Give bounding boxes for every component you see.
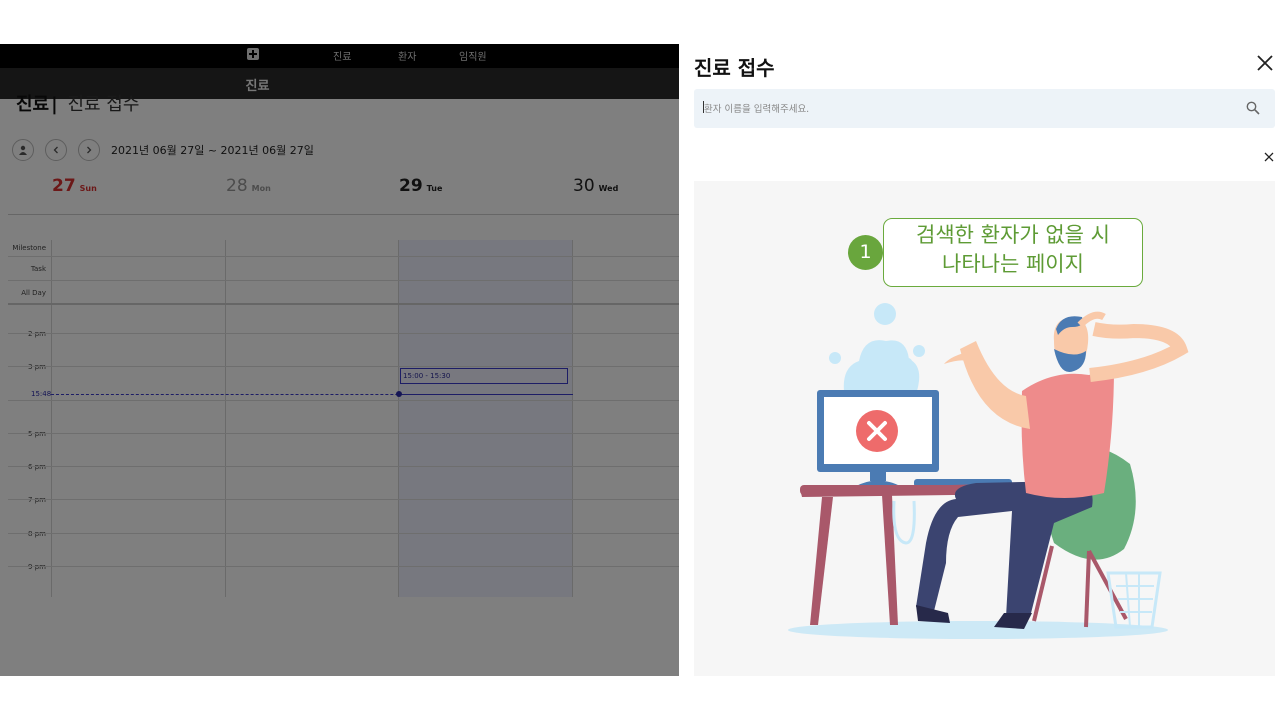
annotation-number-badge: 1 [848, 235, 883, 270]
patient-search-box[interactable]: 환자 이름을 입력해주세요. [694, 89, 1275, 128]
annotation-line-2: 나타나는 페이지 [942, 252, 1084, 276]
close-icon[interactable] [1264, 152, 1274, 162]
close-icon[interactable] [1256, 54, 1274, 72]
reception-panel: 진료 접수 환자 이름을 입력해주세요. [679, 44, 1280, 676]
search-input[interactable]: 환자 이름을 입력해주세요. [704, 101, 809, 115]
annotation-callout: 검색한 환자가 없을 시 나타나는 페이지 [883, 218, 1143, 287]
panel-title: 진료 접수 [694, 56, 775, 80]
modal-backdrop[interactable] [0, 44, 679, 676]
annotation-line-1: 검색한 환자가 없을 시 [916, 223, 1110, 247]
search-icon[interactable] [1246, 101, 1260, 115]
